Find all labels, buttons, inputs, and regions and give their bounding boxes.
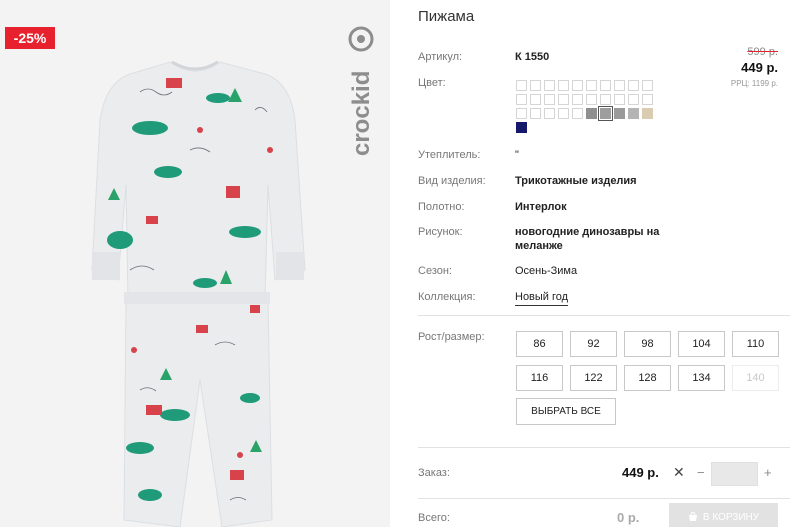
size-button-98[interactable]: 98 [624,331,671,357]
discount-badge: -25% [5,27,55,49]
cart-icon [688,512,697,521]
color-swatch[interactable] [516,94,527,105]
rrp-price: РРЦ: 1199 р. [730,79,778,88]
color-swatch-light-gray[interactable] [628,108,639,119]
season-value: Осень-Зима [515,265,578,277]
color-swatch[interactable] [572,94,583,105]
qty-decrease-button[interactable]: − [697,465,705,480]
insulation-value: " [515,149,519,161]
color-swatch[interactable] [516,80,527,91]
total-label: Всего: [418,512,450,524]
color-swatch[interactable] [642,94,653,105]
color-swatch[interactable] [530,108,541,119]
size-label: Рост/размер: [418,331,485,343]
print-value-line2: меланже [515,240,563,252]
size-button-128[interactable]: 128 [624,365,671,391]
current-price: 449 р. [741,60,778,75]
old-price: 599 р. [747,46,778,58]
color-swatch[interactable] [558,94,569,105]
color-swatch[interactable] [558,80,569,91]
size-button-122[interactable]: 122 [570,365,617,391]
print-value-line1: новогодние динозавры на [515,226,660,238]
color-swatch[interactable] [572,80,583,91]
color-swatch[interactable] [614,94,625,105]
color-swatches [516,80,661,133]
brand-logo-text: crockid [348,71,375,156]
size-button-134[interactable]: 134 [678,365,725,391]
quantity-input[interactable] [711,462,758,486]
size-button-92[interactable]: 92 [570,331,617,357]
product-title: Пижама [418,8,475,25]
divider [418,315,790,316]
order-label: Заказ: [418,467,450,479]
color-swatch[interactable] [614,80,625,91]
select-all-button[interactable]: ВЫБРАТЬ ВСЕ [516,398,616,425]
color-swatch[interactable] [530,80,541,91]
type-label: Вид изделия: [418,175,486,187]
fabric-value: Интерлок [515,201,567,213]
color-swatch[interactable] [628,80,639,91]
size-button-116[interactable]: 116 [516,365,563,391]
color-swatch[interactable] [544,108,555,119]
color-swatch[interactable] [600,80,611,91]
collection-link[interactable]: Новый год [515,291,569,306]
fabric-label: Полотно: [418,201,465,213]
color-swatch[interactable] [628,94,639,105]
color-swatch-navy[interactable] [516,122,527,133]
article-value: К 1550 [515,51,550,63]
pajama-illustration [91,60,306,527]
color-swatch[interactable] [544,94,555,105]
season-label: Сезон: [418,265,452,277]
size-button-104[interactable]: 104 [678,331,725,357]
article-label: Артикул: [418,51,463,63]
color-swatch-gray[interactable] [614,108,625,119]
size-button-86[interactable]: 86 [516,331,563,357]
size-button-110[interactable]: 110 [732,331,779,357]
collection-value[interactable]: Новый год [515,291,569,306]
total-price: 0 р. [617,510,640,525]
color-swatch[interactable] [572,108,583,119]
qty-increase-button[interactable]: + [764,465,772,480]
divider [418,498,790,499]
order-price: 449 р. [622,465,659,480]
add-to-cart-button[interactable]: В КОРЗИНУ [669,503,778,527]
color-swatch[interactable] [558,108,569,119]
color-swatch-selected[interactable] [598,106,613,121]
color-swatch[interactable] [586,80,597,91]
size-button-140-disabled: 140 [732,365,779,391]
clear-order-icon[interactable]: ✕ [673,464,685,481]
color-swatch-gray[interactable] [586,108,597,119]
color-swatch-beige[interactable] [642,108,653,119]
color-swatch[interactable] [642,80,653,91]
type-value: Трикотажные изделия [515,175,637,187]
color-swatch[interactable] [530,94,541,105]
size-grid: 86 92 98 104 110 116 122 128 134 140 [516,331,779,391]
insulation-label: Утеплитель: [418,149,481,161]
color-swatch[interactable] [516,108,527,119]
collection-label: Коллекция: [418,291,476,303]
crockid-logo: crockid [348,26,375,156]
divider [418,447,790,448]
print-label: Рисунок: [418,226,463,238]
color-swatch[interactable] [544,80,555,91]
color-swatch[interactable] [600,94,611,105]
add-to-cart-label: В КОРЗИНУ [702,511,760,523]
color-swatch[interactable] [586,94,597,105]
color-label: Цвет: [418,77,446,89]
product-image[interactable]: -25% crockid [0,0,390,527]
